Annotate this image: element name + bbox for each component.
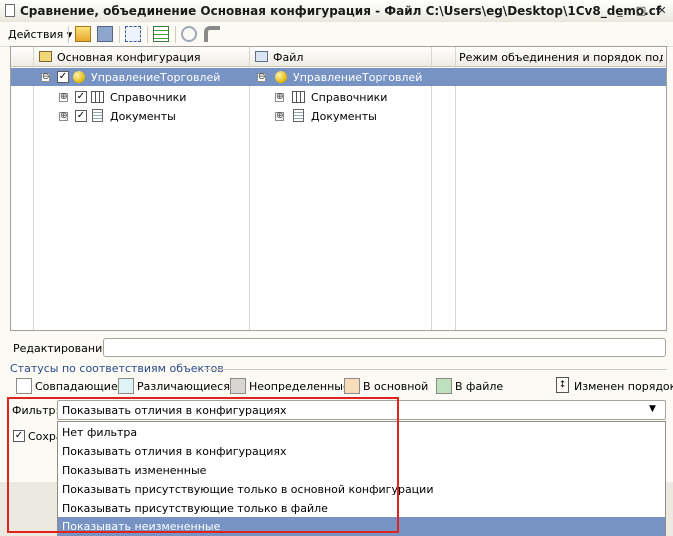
status-label-matching: Совпадающие <box>35 380 118 393</box>
document-icon <box>5 4 15 17</box>
tree-item-label: Справочники <box>110 91 187 104</box>
expand-icon[interactable]: ⊕ <box>275 93 284 102</box>
column-header-merge-label: Режим объединения и порядок подчи... <box>459 51 663 64</box>
row-checkbox[interactable]: ✓ <box>57 71 69 83</box>
status-label-undefined: Неопределенные <box>249 380 350 393</box>
configuration-icon <box>275 71 287 83</box>
column-divider <box>33 47 34 330</box>
order-changed-icon: ↕ <box>556 377 569 393</box>
column-divider <box>431 47 432 330</box>
row-checkbox[interactable]: ✓ <box>75 110 87 122</box>
status-label-different: Различающиеся <box>137 380 230 393</box>
config-icon <box>39 51 52 62</box>
collapse-icon[interactable]: ⊖ <box>257 73 266 82</box>
catalog-icon <box>292 91 305 103</box>
toolbar-separator <box>68 26 69 43</box>
catalog-icon <box>91 91 104 103</box>
highlight-box <box>7 397 399 533</box>
statuses-group-title: Статусы по соответствиям объектов <box>10 362 224 375</box>
row-checkbox[interactable]: ✓ <box>75 91 87 103</box>
status-swatch-matching <box>16 378 32 394</box>
toolbar: Действия ▾ <box>0 22 673 47</box>
mark-icon[interactable] <box>125 26 141 42</box>
document-list-icon <box>92 109 103 122</box>
column-header-main[interactable]: Основная конфигурация <box>11 47 249 67</box>
expand-icon[interactable]: ⊕ <box>59 93 68 102</box>
tree-item-label: УправлениеТорговлей <box>293 71 423 84</box>
tree-item-label: УправлениеТорговлей <box>91 71 221 84</box>
status-swatch-undefined <box>230 378 246 394</box>
toolbar-separator <box>119 26 120 43</box>
document-list-icon <box>293 109 304 122</box>
save-disk-icon[interactable] <box>97 26 113 42</box>
editing-label: Редактирование: <box>13 342 113 355</box>
status-label-order-changed: Изменен порядок <box>574 380 673 393</box>
column-header-main-label: Основная конфигурация <box>57 51 201 64</box>
tree-item-label: Документы <box>311 110 377 123</box>
toolbar-separator <box>175 26 176 43</box>
title-bar: Сравнение, объединение Основная конфигур… <box>0 0 673 23</box>
column-header-file[interactable]: Файл <box>249 47 431 67</box>
status-label-file: В файле <box>455 380 504 393</box>
window-title: Сравнение, объединение Основная конфигур… <box>20 4 662 18</box>
status-swatch-file <box>436 378 452 394</box>
status-label-main: В основной <box>363 380 429 393</box>
close-button[interactable]: ✕ <box>655 4 669 18</box>
group-divider <box>204 369 667 370</box>
dropdown-arrow-icon[interactable]: ▼ <box>649 404 656 414</box>
expand-icon[interactable]: ⊕ <box>59 112 68 121</box>
column-header-file-label: Файл <box>273 51 304 64</box>
open-folder-icon[interactable] <box>75 26 91 42</box>
maximize-button[interactable]: □ <box>634 4 648 18</box>
toolbar-separator <box>147 26 148 43</box>
file-icon <box>255 51 268 62</box>
refresh-icon[interactable] <box>181 26 197 42</box>
comparison-tree[interactable]: Основная конфигурация Файл Режим объедин… <box>10 46 667 331</box>
collapse-icon[interactable]: ⊖ <box>41 73 50 82</box>
configuration-icon <box>73 71 85 83</box>
column-header-marker[interactable] <box>431 47 455 67</box>
actions-menu-button[interactable]: Действия ▾ <box>8 28 72 41</box>
column-header-merge[interactable]: Режим объединения и порядок подчи... <box>455 47 666 67</box>
expand-icon[interactable]: ⊕ <box>275 112 284 121</box>
tree-item-label: Документы <box>110 110 176 123</box>
wrench-icon[interactable] <box>204 26 220 42</box>
editing-field[interactable] <box>103 338 666 357</box>
list-icon[interactable] <box>153 26 169 42</box>
column-divider <box>249 47 250 330</box>
minimize-button[interactable]: _ <box>613 4 627 18</box>
tree-item-label: Справочники <box>311 91 388 104</box>
status-swatch-main <box>344 378 360 394</box>
status-swatch-different <box>118 378 134 394</box>
column-divider <box>455 47 456 330</box>
